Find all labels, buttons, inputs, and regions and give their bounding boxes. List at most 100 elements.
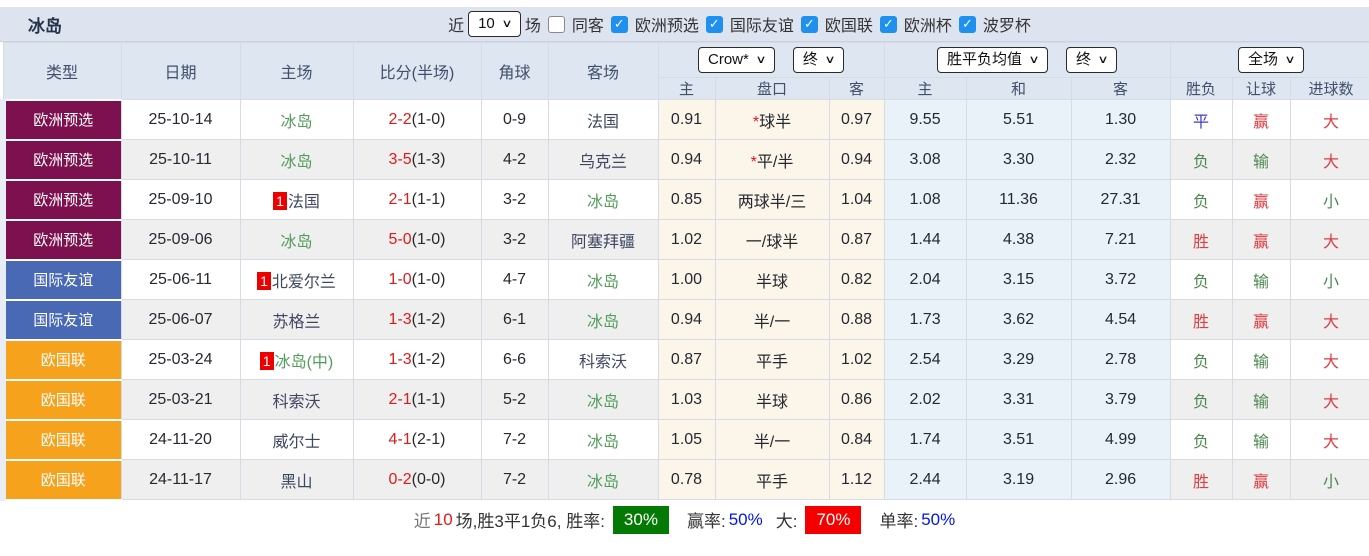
avg-stage-select[interactable]: 终 ∨ bbox=[1066, 47, 1118, 73]
home-team-cell: 冰岛 bbox=[239, 219, 354, 260]
home-team-link[interactable]: 法国 bbox=[288, 194, 320, 211]
score-cell: 1-3(1-2) bbox=[352, 339, 482, 380]
filter-checkbox-2[interactable]: ✓ bbox=[800, 15, 818, 33]
filter-controls: 近 10 ∨ 场 同客 ✓ 欧洲预选 ✓ 国际友谊 ✓ 欧国联 ✓ 欧洲杯 ✓ 波罗杯 bbox=[444, 11, 1035, 37]
check-icon: ✓ bbox=[961, 16, 973, 31]
same-away-checkbox[interactable] bbox=[547, 15, 565, 33]
away-team-cell: 冰岛 bbox=[547, 179, 659, 220]
winlose-result-cell: 负 bbox=[1169, 259, 1233, 300]
filter-checkbox-1[interactable]: ✓ bbox=[705, 15, 723, 33]
fulltime-score: 2-1 bbox=[388, 190, 412, 208]
avg-odds-select[interactable]: 胜平负均值 ∨ bbox=[936, 47, 1049, 73]
single-label: 单率: bbox=[879, 512, 919, 531]
away-odds-cell: 1.12 bbox=[828, 459, 885, 500]
away-team-cell: 阿塞拜疆 bbox=[547, 219, 659, 260]
avg-home-cell: 1.73 bbox=[883, 299, 967, 340]
avg-draw-cell: 3.15 bbox=[965, 259, 1072, 300]
away-team-link[interactable]: 乌克兰 bbox=[579, 154, 627, 171]
home-team-link[interactable]: 科索沃 bbox=[272, 394, 320, 411]
avg-away-cell: 2.78 bbox=[1070, 339, 1171, 380]
home-team-link[interactable]: 冰岛 bbox=[280, 154, 312, 171]
win-rate-badge: 30% bbox=[612, 505, 669, 534]
summary-prefix: 近 bbox=[413, 512, 431, 531]
recent-count-select[interactable]: 10 ∨ bbox=[468, 11, 521, 37]
halftime-score: (1-1) bbox=[411, 190, 446, 208]
score-cell: 4-1(2-1) bbox=[352, 419, 482, 460]
away-team-link[interactable]: 冰岛 bbox=[587, 394, 619, 411]
full-match-select[interactable]: 全场 ∨ bbox=[1238, 47, 1305, 73]
handicap-result-cell: 赢 bbox=[1231, 99, 1291, 140]
check-icon: ✓ bbox=[882, 16, 894, 31]
handicap-cell: 半/一 bbox=[714, 419, 830, 460]
winlose-result-cell: 平 bbox=[1169, 99, 1233, 140]
col-header-date: 日期 bbox=[120, 42, 241, 100]
odds-stage-select[interactable]: 终 ∨ bbox=[792, 47, 844, 73]
handicap-result-cell: 输 bbox=[1231, 339, 1291, 380]
home-team-link[interactable]: 黑山 bbox=[280, 474, 312, 491]
filter-label-0: 欧洲预选 bbox=[634, 18, 699, 35]
away-team-link[interactable]: 法国 bbox=[587, 114, 619, 131]
avg-away-cell: 27.31 bbox=[1070, 179, 1171, 220]
home-team-link[interactable]: 北爱尔兰 bbox=[272, 274, 336, 291]
filter-checkbox-3[interactable]: ✓ bbox=[879, 15, 897, 33]
away-odds-cell: 0.84 bbox=[828, 419, 885, 460]
away-team-cell: 冰岛 bbox=[547, 299, 659, 340]
home-team-link[interactable]: 冰岛 bbox=[280, 114, 312, 131]
odds-stage-select-value: 终 bbox=[802, 51, 818, 68]
home-team-link[interactable]: 冰岛(中) bbox=[275, 354, 334, 371]
away-team-link[interactable]: 冰岛 bbox=[587, 194, 619, 211]
away-team-link[interactable]: 科索沃 bbox=[579, 354, 627, 371]
avg-home-cell: 2.54 bbox=[883, 339, 967, 380]
home-odds-cell: 0.85 bbox=[657, 179, 716, 220]
match-date-cell: 25-03-24 bbox=[120, 339, 241, 380]
match-date-cell: 24-11-17 bbox=[120, 459, 241, 500]
avg-odds-select-value: 胜平负均值 bbox=[946, 51, 1022, 68]
score-cell: 3-5(1-3) bbox=[352, 139, 482, 180]
home-team-link[interactable]: 冰岛 bbox=[280, 234, 312, 251]
fulltime-score: 1-3 bbox=[388, 310, 412, 328]
match-type-cell: 欧洲预选 bbox=[0, 218, 122, 261]
score-cell: 2-1(1-1) bbox=[352, 379, 482, 420]
goals-result-cell: 小 bbox=[1289, 259, 1369, 300]
away-team-cell: 乌克兰 bbox=[547, 139, 659, 180]
away-team-link[interactable]: 冰岛 bbox=[587, 274, 619, 291]
avg-home-cell: 2.02 bbox=[883, 379, 967, 420]
subcol-goals: 进球数 bbox=[1289, 77, 1369, 100]
recent-prefix-label: 近 bbox=[448, 18, 465, 35]
away-team-link[interactable]: 冰岛 bbox=[587, 474, 619, 491]
handicap-result-cell: 输 bbox=[1231, 259, 1291, 300]
avg-away-cell: 7.21 bbox=[1070, 219, 1171, 260]
home-team-link[interactable]: 威尔士 bbox=[272, 434, 320, 451]
corners-cell: 5-2 bbox=[480, 379, 549, 420]
handicap-result-cell: 赢 bbox=[1231, 299, 1291, 340]
handicap-result-cell: 输 bbox=[1231, 379, 1291, 420]
full-match-select-value: 全场 bbox=[1248, 51, 1279, 68]
halftime-score: (1-0) bbox=[411, 110, 446, 128]
handicap-result-cell: 赢 bbox=[1231, 179, 1291, 220]
home-odds-cell: 1.00 bbox=[657, 259, 716, 300]
away-team-link[interactable]: 阿塞拜疆 bbox=[571, 234, 635, 251]
check-icon: ✓ bbox=[613, 16, 625, 31]
fulltime-score: 1-0 bbox=[388, 270, 412, 288]
away-team-link[interactable]: 冰岛 bbox=[587, 434, 619, 451]
away-team-link[interactable]: 冰岛 bbox=[587, 314, 619, 331]
bookmaker-select[interactable]: Crow* ∨ bbox=[698, 47, 775, 73]
score-cell: 5-0(1-0) bbox=[352, 219, 482, 260]
col-header-corners: 角球 bbox=[480, 42, 549, 100]
col-header-home: 主场 bbox=[239, 42, 354, 100]
filter-checkbox-0[interactable]: ✓ bbox=[610, 15, 628, 33]
halftime-score: (2-1) bbox=[411, 430, 446, 448]
avg-home-cell: 2.04 bbox=[883, 259, 967, 300]
winlose-result-cell: 胜 bbox=[1169, 459, 1233, 500]
handicap-text: 半球 bbox=[755, 393, 788, 411]
goals-result-cell: 大 bbox=[1289, 139, 1369, 180]
fulltime-score: 4-1 bbox=[388, 430, 412, 448]
winlose-result-cell: 负 bbox=[1169, 419, 1233, 460]
match-type-cell: 国际友谊 bbox=[0, 298, 122, 341]
same-away-label: 同客 bbox=[571, 18, 604, 35]
filter-item-4: ✓ 波罗杯 bbox=[956, 12, 1035, 36]
avg-away-cell: 3.79 bbox=[1070, 379, 1171, 420]
halftime-score: (1-0) bbox=[411, 230, 446, 248]
filter-checkbox-4[interactable]: ✓ bbox=[958, 15, 976, 33]
home-team-link[interactable]: 苏格兰 bbox=[272, 314, 320, 331]
